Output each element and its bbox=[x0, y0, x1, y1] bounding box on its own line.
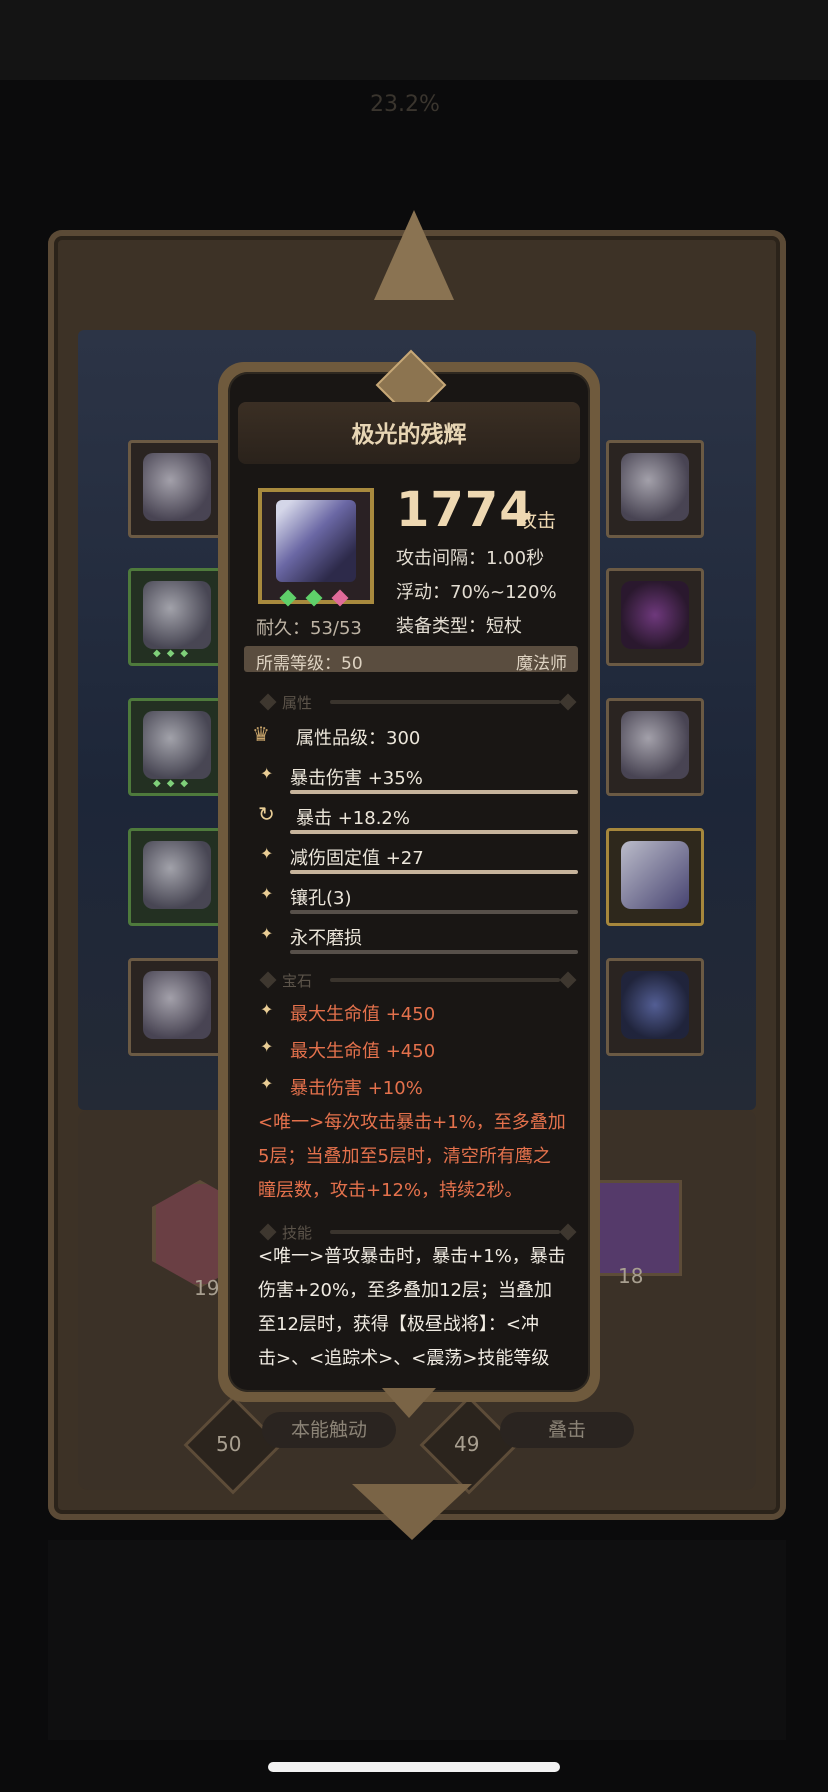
spark-icon: ✦ bbox=[260, 884, 274, 903]
lower-backdrop bbox=[48, 1540, 786, 1740]
companion-right-level: 18 bbox=[618, 1264, 644, 1288]
skill-button-instinct[interactable]: 本能触动 bbox=[262, 1412, 396, 1448]
companion-portrait-right[interactable] bbox=[596, 1180, 682, 1276]
cycle-icon: ↻ bbox=[258, 802, 275, 826]
skill-effect-line: 伤害+20%，至多叠加12层；当叠加 bbox=[258, 1280, 552, 1301]
attribute-row: 永不磨损 bbox=[290, 928, 362, 949]
faint-header-text: 23.2% bbox=[370, 92, 440, 117]
unique-effect-line: <唯一>每次攻击暴击+1%，至多叠加 bbox=[258, 1112, 566, 1133]
required-level: 所需等级：50 bbox=[256, 654, 363, 674]
gems-header: 宝石 bbox=[282, 972, 313, 990]
attribute-roll-bar bbox=[290, 870, 578, 874]
top-bar bbox=[0, 0, 828, 80]
class-requirement: 魔法师 bbox=[516, 654, 567, 674]
equip-slot-pants[interactable] bbox=[128, 828, 226, 926]
durability-label: 耐久： bbox=[256, 618, 310, 639]
spark-icon: ✦ bbox=[260, 764, 274, 783]
skill-level-left: 50 bbox=[216, 1432, 242, 1456]
section-divider bbox=[330, 978, 560, 982]
attack-interval-label: 攻击间隔： bbox=[396, 548, 486, 569]
spark-icon: ✦ bbox=[260, 844, 274, 863]
equip-slot-gloves[interactable] bbox=[606, 698, 704, 796]
section-divider bbox=[330, 1230, 560, 1234]
attribute-roll-bar bbox=[290, 910, 578, 914]
unique-effect-line: 瞳层数，攻击+12%，持续2秒。 bbox=[258, 1180, 523, 1201]
equip-slot-boots[interactable] bbox=[128, 958, 226, 1056]
attack-label: 攻击 bbox=[518, 510, 557, 532]
attack-interval: 攻击间隔：1.00秒 bbox=[396, 544, 544, 570]
equip-slot-weapon[interactable] bbox=[606, 828, 704, 926]
gem-bonus: 最大生命值 +450 bbox=[290, 1004, 436, 1025]
skill-level-right: 49 bbox=[454, 1432, 480, 1456]
attribute-row: 暴击伤害 +35% bbox=[290, 768, 423, 789]
attribute-row: 减伤固定值 +27 bbox=[290, 848, 424, 869]
spark-icon: ✦ bbox=[260, 1074, 274, 1093]
spark-icon: ✦ bbox=[260, 1037, 274, 1056]
equip-type: 装备类型：短杖 bbox=[396, 612, 522, 638]
skill-effect-line: 至12层时，获得【极昼战将】：<冲 bbox=[258, 1314, 539, 1335]
skill-effect-line: <唯一>普攻暴击时，暴击+1%，暴击 bbox=[258, 1246, 566, 1267]
durability: 耐久：53/53 bbox=[256, 614, 362, 640]
attribute-row: 暴击 +18.2% bbox=[296, 808, 410, 829]
companion-left-level: 19 bbox=[194, 1276, 220, 1300]
float-label: 浮动： bbox=[396, 582, 450, 603]
equip-slot-armor[interactable] bbox=[606, 568, 704, 666]
spark-icon: ✦ bbox=[260, 924, 274, 943]
attribute-roll-bar bbox=[290, 790, 578, 794]
skill-effect-line: 击>、<追踪术>、<震荡>技能等级 bbox=[258, 1348, 550, 1369]
float-value: 70%~120% bbox=[450, 582, 557, 603]
attribute-roll-bar bbox=[290, 830, 578, 834]
equip-slot-offhand[interactable] bbox=[606, 958, 704, 1056]
attack-interval-value: 1.00秒 bbox=[486, 548, 545, 569]
attack-value: 1774 bbox=[396, 482, 534, 538]
unique-effect-line: 5层；当叠加至5层时，清空所有鹰之 bbox=[258, 1146, 551, 1167]
equip-slot-helmet[interactable] bbox=[128, 440, 226, 538]
equip-slot-necklace[interactable]: ◆◆◆ bbox=[128, 568, 226, 666]
attribute-grade: 属性品级：300 bbox=[296, 728, 421, 749]
durability-value: 53/53 bbox=[310, 618, 362, 639]
attribute-roll-bar bbox=[290, 950, 578, 954]
grade-crown-icon: ♛ bbox=[252, 722, 270, 746]
equip-slot-amulet[interactable] bbox=[606, 440, 704, 538]
staff-icon bbox=[276, 500, 356, 582]
item-name: 极光的残辉 bbox=[351, 422, 467, 448]
skill-button-stack[interactable]: 叠击 bbox=[500, 1412, 634, 1448]
gem-bonus: 最大生命值 +450 bbox=[290, 1041, 436, 1062]
spark-icon: ✦ bbox=[260, 1000, 274, 1019]
home-indicator[interactable] bbox=[268, 1762, 560, 1772]
equip-type-label: 装备类型： bbox=[396, 616, 486, 637]
float-range: 浮动：70%~120% bbox=[396, 578, 557, 604]
attributes-header: 属性 bbox=[282, 694, 313, 712]
gem-bonus: 暴击伤害 +10% bbox=[290, 1078, 423, 1099]
attribute-row: 镶孔(3) bbox=[290, 888, 352, 909]
frame-top-spike bbox=[374, 210, 454, 300]
equip-type-value: 短杖 bbox=[486, 616, 522, 637]
section-divider bbox=[330, 700, 560, 704]
equip-slot-shoulder[interactable]: ◆◆◆ bbox=[128, 698, 226, 796]
